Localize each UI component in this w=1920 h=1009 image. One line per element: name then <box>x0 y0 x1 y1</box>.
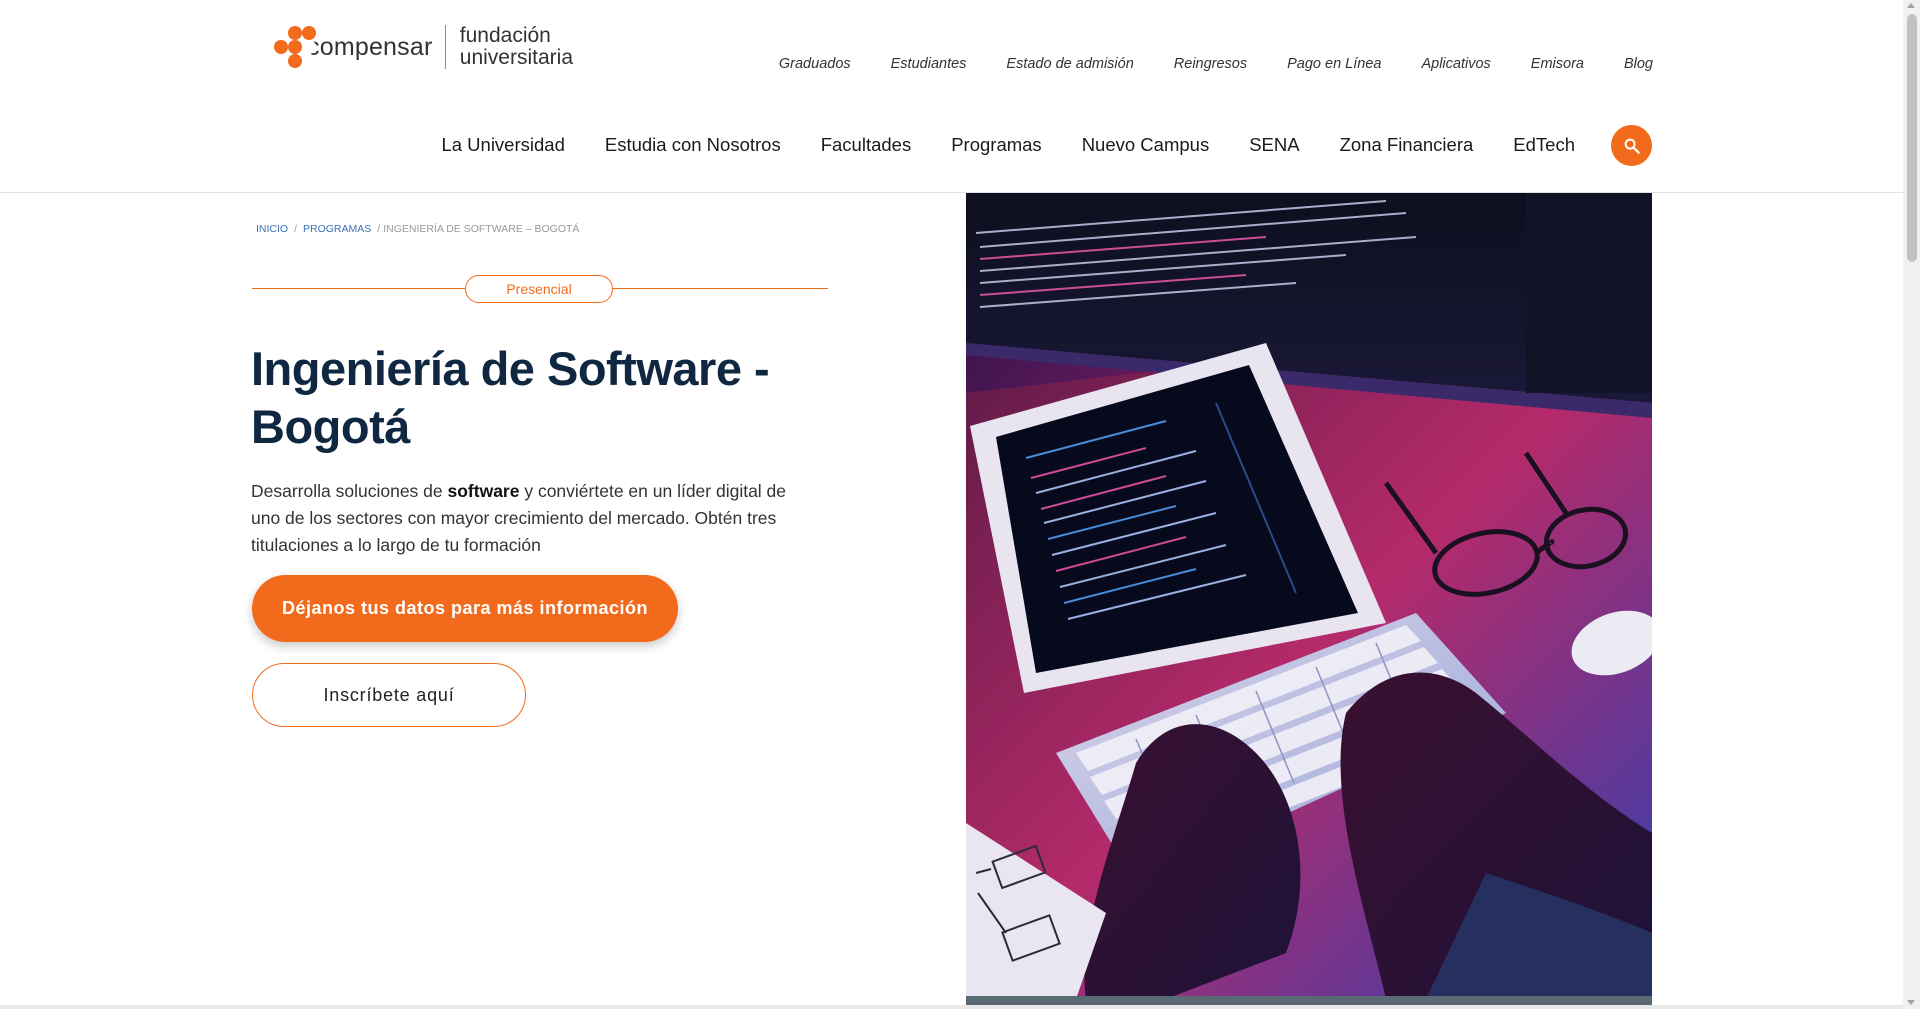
breadcrumb-programas[interactable]: PROGRAMAS <box>303 223 371 235</box>
modality-divider: Presencial <box>252 275 828 303</box>
logo-subtitle-line1: fundación <box>459 24 551 47</box>
top-nav-graduados[interactable]: Graduados <box>779 56 851 72</box>
search-button[interactable] <box>1611 125 1652 166</box>
breadcrumb-home[interactable]: INICIO <box>256 223 288 235</box>
program-description: Desarrolla soluciones de software y conv… <box>251 478 811 559</box>
main-nav-facultades[interactable]: Facultades <box>821 134 912 156</box>
top-nav-aplicativos[interactable]: Aplicativos <box>1421 56 1490 72</box>
logo-dots-icon <box>273 25 316 69</box>
logo-subtitle-line2: universitaria <box>459 46 573 69</box>
search-icon <box>1624 138 1640 154</box>
enroll-button[interactable]: Inscríbete aquí <box>252 663 526 727</box>
description-bold: software <box>447 481 520 501</box>
main-nav-estudia-con-nosotros[interactable]: Estudia con Nosotros <box>605 134 781 156</box>
top-nav-pago-en-linea[interactable]: Pago en Línea <box>1287 56 1381 72</box>
top-nav-blog[interactable]: Blog <box>1624 56 1653 72</box>
scroll-up-arrow-icon[interactable] <box>1907 3 1915 8</box>
breadcrumb-separator: / <box>377 223 381 235</box>
main-nav-la-universidad[interactable]: La Universidad <box>441 134 564 156</box>
page-title-line2: Bogotá <box>251 400 410 453</box>
page-title: Ingeniería de Software - Bogotá <box>251 340 811 456</box>
main-nav-sena[interactable]: SENA <box>1249 134 1299 156</box>
main-nav-edtech[interactable]: EdTech <box>1513 134 1575 156</box>
request-info-button[interactable]: Déjanos tus datos para más información <box>252 575 678 642</box>
vertical-scrollbar[interactable] <box>1903 0 1920 1009</box>
main-nav: La Universidad Estudia con Nosotros Facu… <box>401 134 1575 156</box>
main-nav-zona-financiera[interactable]: Zona Financiera <box>1340 134 1474 156</box>
scroll-down-arrow-icon[interactable] <box>1907 1000 1915 1005</box>
modality-badge: Presencial <box>465 275 613 303</box>
page-title-line1: Ingeniería de Software - <box>251 342 770 395</box>
breadcrumb-current: INGENIERÍA DE SOFTWARE – BOGOTÁ <box>383 223 580 235</box>
hero-image <box>966 193 1652 999</box>
logo-wordmark: compensar <box>307 32 433 61</box>
top-nav: Graduados Estudiantes Estado de admisión… <box>739 56 1653 72</box>
scrollbar-thumb[interactable] <box>1907 14 1917 262</box>
top-nav-estado-admision[interactable]: Estado de admisión <box>1006 56 1133 72</box>
main-nav-programas[interactable]: Programas <box>951 134 1041 156</box>
top-nav-estudiantes[interactable]: Estudiantes <box>891 56 967 72</box>
breadcrumb-separator: / <box>294 223 298 235</box>
top-nav-emisora[interactable]: Emisora <box>1531 56 1584 72</box>
site-header: compensar fundación universitaria Gradua… <box>0 0 1903 193</box>
main-nav-nuevo-campus[interactable]: Nuevo Campus <box>1082 134 1210 156</box>
page-bottom-line <box>0 1005 1903 1009</box>
logo[interactable]: compensar fundación universitaria <box>273 22 573 72</box>
logo-divider <box>444 25 446 69</box>
logo-subtitle: fundación universitaria <box>460 25 573 69</box>
breadcrumb: INICIO / PROGRAMAS / INGENIERÍA DE SOFTWARE … <box>256 223 579 235</box>
description-text-before: Desarrolla soluciones de <box>251 481 448 501</box>
top-nav-reingresos[interactable]: Reingresos <box>1174 56 1247 72</box>
